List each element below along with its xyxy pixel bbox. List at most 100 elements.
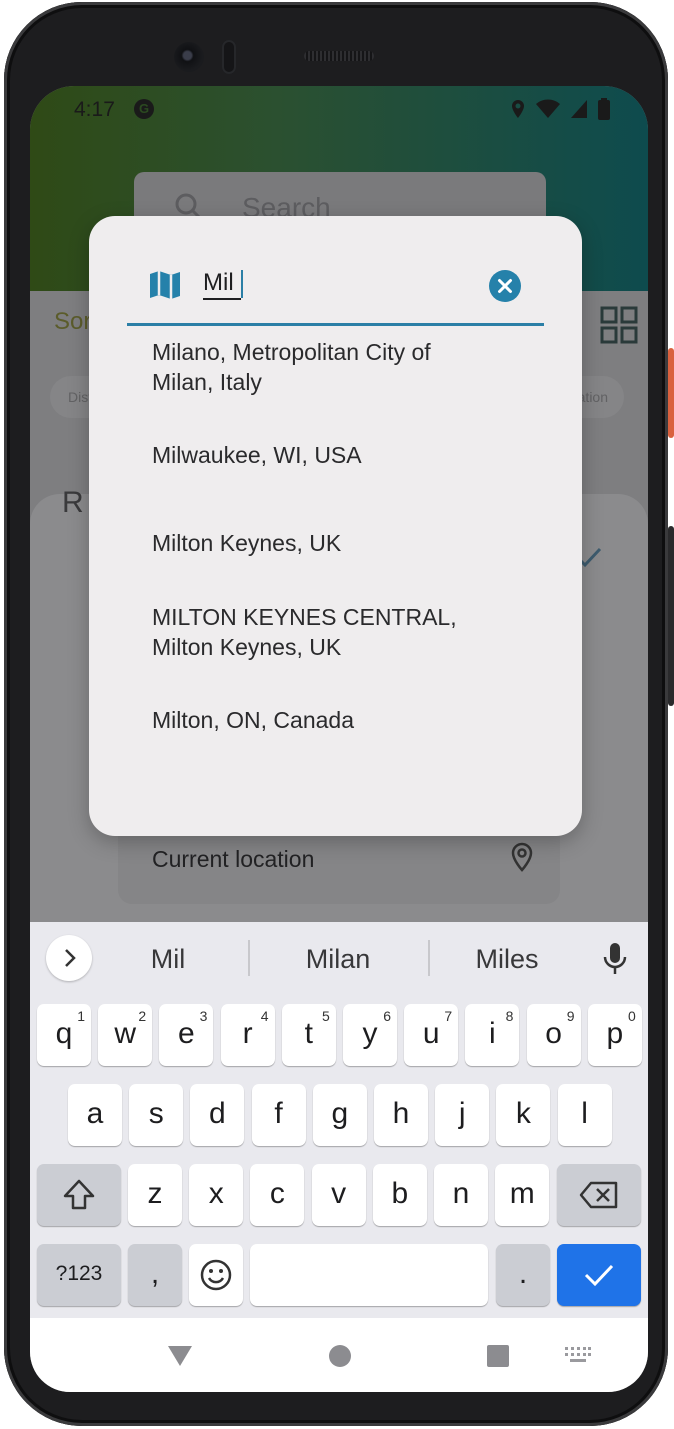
location-status-icon — [512, 100, 524, 118]
key-b[interactable]: b — [372, 1164, 427, 1226]
key-4[interactable]: t5 — [281, 1004, 336, 1066]
status-icons — [510, 98, 610, 120]
key-letter: p — [606, 1017, 624, 1050]
chevron-right-icon — [65, 949, 76, 967]
key-s[interactable]: s — [129, 1084, 184, 1146]
key-letter: y — [362, 1017, 378, 1050]
emoji-key[interactable] — [189, 1244, 243, 1306]
background-sheet-heading: R — [62, 486, 84, 519]
key-letter: r — [242, 1017, 253, 1050]
keyboard-switch-icon[interactable] — [564, 1346, 592, 1364]
comma-key[interactable]: , — [128, 1244, 182, 1306]
key-0[interactable]: q1 — [37, 1004, 91, 1066]
background-chip-right-label: ation — [577, 389, 608, 405]
proximity-sensor — [222, 40, 236, 74]
suggestion-line-1: Milano, Metropolitan City of — [152, 339, 431, 365]
key-m[interactable]: m — [495, 1164, 550, 1226]
suggestion-divider — [248, 940, 250, 976]
composing-underline — [203, 298, 241, 300]
keyboard-suggestion[interactable]: Mil — [98, 944, 238, 975]
clear-icon — [498, 279, 512, 293]
backspace-key[interactable] — [557, 1164, 641, 1226]
key-letter: o — [545, 1017, 562, 1050]
location-search-field — [127, 256, 544, 326]
earpiece-speaker — [304, 51, 374, 61]
text-caret — [241, 270, 243, 298]
mic-icon[interactable] — [602, 942, 628, 976]
key-j[interactable]: j — [435, 1084, 490, 1146]
status-bar: 4:17 G — [30, 86, 648, 132]
key-number-hint: 0 — [628, 1008, 636, 1024]
key-number-hint: 2 — [138, 1008, 147, 1024]
enter-key[interactable] — [557, 1244, 641, 1306]
key-6[interactable]: u7 — [404, 1004, 459, 1066]
key-7[interactable]: i8 — [465, 1004, 520, 1066]
key-l[interactable]: l — [557, 1084, 612, 1146]
key-number-hint: 1 — [77, 1008, 85, 1024]
key-c[interactable]: c — [250, 1164, 305, 1226]
key-2[interactable]: e3 — [159, 1004, 214, 1066]
suggestion-line-1: MILTON KEYNES CENTRAL, — [152, 604, 457, 630]
location-search-dialog: Milano, Metropolitan City of Milan, Ital… — [89, 216, 582, 836]
battery-status-icon — [598, 98, 610, 120]
key-n[interactable]: n — [434, 1164, 488, 1226]
keyboard-expand-button[interactable] — [46, 935, 92, 981]
key-number-hint: 4 — [260, 1008, 269, 1024]
backspace-icon — [579, 1181, 618, 1209]
key-k[interactable]: k — [496, 1084, 551, 1146]
key-1[interactable]: w2 — [98, 1004, 153, 1066]
notification-app-icon: G — [134, 99, 154, 119]
shift-icon — [63, 1179, 95, 1210]
key-8[interactable]: o9 — [526, 1004, 581, 1066]
suggestion-line-2: Milan, Italy — [152, 369, 262, 395]
power-button — [668, 348, 674, 438]
space-key[interactable] — [250, 1244, 488, 1306]
suggestion-divider — [428, 940, 430, 976]
key-3[interactable]: r4 — [220, 1004, 275, 1066]
signal-status-icon — [571, 100, 587, 118]
key-letter: q — [55, 1017, 73, 1050]
location-search-input[interactable] — [203, 266, 473, 300]
suggestion-line-1: Milwaukee, WI, USA — [152, 442, 362, 468]
suggestion-line-1: Milton Keynes, UK — [152, 530, 342, 556]
symbols-key[interactable]: ?123 — [37, 1244, 121, 1306]
location-suggestion[interactable]: MILTON KEYNES CENTRAL, Milton Keynes, UK — [152, 602, 532, 662]
recents-nav-icon[interactable] — [486, 1344, 510, 1368]
key-letter: i — [489, 1017, 496, 1050]
keyboard-suggestion[interactable]: Miles — [437, 944, 577, 975]
current-location-label: Current location — [152, 846, 315, 872]
key-v[interactable]: v — [311, 1164, 366, 1226]
key-letter: t — [304, 1017, 313, 1050]
shift-key[interactable] — [37, 1164, 121, 1226]
suggestion-line-2: Milton Keynes, UK — [152, 634, 342, 660]
location-suggestion[interactable]: Milwaukee, WI, USA — [152, 440, 532, 470]
suggestion-line-1: Milton, ON, Canada — [152, 707, 354, 733]
clear-search-button[interactable] — [489, 270, 521, 302]
map-icon — [150, 271, 180, 299]
key-number-hint: 8 — [505, 1008, 514, 1024]
key-h[interactable]: h — [374, 1084, 428, 1146]
volume-button — [668, 526, 674, 706]
back-nav-icon[interactable] — [166, 1344, 194, 1368]
key-number-hint: 5 — [322, 1008, 330, 1024]
soft-keyboard: Mil Milan Miles q1w2e3r4t5y6u7i8o9p0 asd… — [30, 922, 648, 1318]
home-nav-icon[interactable] — [328, 1344, 352, 1368]
key-d[interactable]: d — [190, 1084, 245, 1146]
key-x[interactable]: x — [189, 1164, 244, 1226]
key-9[interactable]: p0 — [587, 1004, 642, 1066]
key-number-hint: 7 — [444, 1008, 453, 1024]
period-key[interactable]: . — [496, 1244, 550, 1306]
key-5[interactable]: y6 — [343, 1004, 397, 1066]
system-nav-bar — [30, 1318, 648, 1392]
keyboard-suggestion[interactable]: Milan — [268, 944, 408, 975]
location-pin-icon — [511, 842, 533, 872]
key-g[interactable]: g — [312, 1084, 367, 1146]
key-number-hint: 3 — [199, 1008, 208, 1024]
key-f[interactable]: f — [251, 1084, 306, 1146]
location-suggestion[interactable]: Milton, ON, Canada — [152, 705, 532, 735]
key-z[interactable]: z — [128, 1164, 182, 1226]
location-suggestion[interactable]: Milton Keynes, UK — [152, 528, 532, 558]
location-suggestion[interactable]: Milano, Metropolitan City of Milan, Ital… — [152, 337, 532, 397]
key-letter: e — [178, 1017, 195, 1050]
key-a[interactable]: a — [68, 1084, 122, 1146]
